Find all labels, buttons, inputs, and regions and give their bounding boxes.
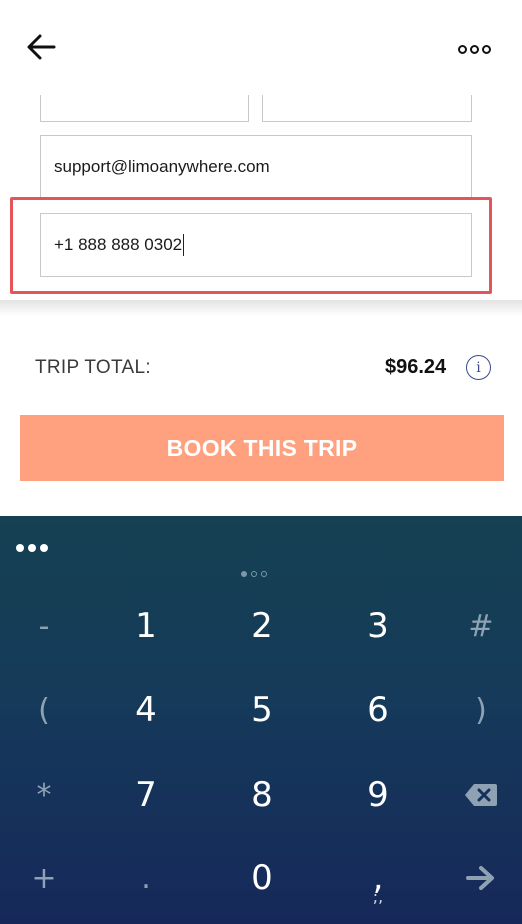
text-cursor bbox=[183, 234, 185, 256]
key-8-label: 8 bbox=[251, 775, 273, 815]
key-2[interactable]: 2 bbox=[232, 596, 292, 656]
key-0[interactable]: 0 bbox=[232, 848, 292, 908]
back-button[interactable] bbox=[22, 30, 60, 64]
key-9-label: 9 bbox=[367, 775, 389, 815]
key-star[interactable]: * bbox=[14, 765, 74, 825]
menu-dot bbox=[40, 544, 48, 552]
menu-dot bbox=[16, 544, 24, 552]
more-options-button[interactable] bbox=[452, 36, 496, 62]
email-field[interactable]: support@limoanywhere.com bbox=[40, 135, 472, 199]
phone-value: +1 888 888 0302 bbox=[54, 235, 183, 254]
info-glyph: i bbox=[476, 359, 481, 376]
menu-dot bbox=[28, 544, 36, 552]
trip-total-amount: $96.24 bbox=[385, 356, 447, 378]
key-left-paren-label: ( bbox=[38, 692, 50, 728]
key-3-label: 3 bbox=[367, 606, 389, 646]
key-5-label: 5 bbox=[251, 690, 273, 730]
page-dot bbox=[241, 571, 247, 577]
top-bar bbox=[0, 0, 522, 95]
key-7-label: 7 bbox=[135, 775, 157, 815]
key-dash-label: - bbox=[38, 608, 50, 644]
key-backspace[interactable] bbox=[451, 765, 511, 825]
key-2-label: 2 bbox=[251, 606, 273, 646]
trip-total-label: TRIP TOTAL: bbox=[35, 357, 151, 378]
email-value: support@limoanywhere.com bbox=[54, 157, 270, 176]
key-0-label: 0 bbox=[251, 858, 273, 898]
section-divider bbox=[0, 300, 522, 316]
key-1[interactable]: 1 bbox=[116, 596, 176, 656]
key-6-label: 6 bbox=[367, 690, 389, 730]
key-dot[interactable]: . bbox=[116, 848, 176, 908]
keyboard-page-indicator bbox=[241, 571, 267, 577]
more-horizontal-icon bbox=[457, 44, 467, 54]
key-plus[interactable]: + bbox=[14, 848, 74, 908]
book-trip-label: BOOK THIS TRIP bbox=[166, 434, 358, 461]
key-hash-label: # bbox=[468, 608, 494, 644]
book-trip-button[interactable]: BOOK THIS TRIP bbox=[20, 415, 504, 481]
phone-field[interactable]: +1 888 888 0302 bbox=[40, 213, 472, 277]
key-5[interactable]: 5 bbox=[232, 680, 292, 740]
key-star-label: * bbox=[36, 777, 52, 813]
key-dot-label: . bbox=[141, 860, 151, 896]
key-dash[interactable]: - bbox=[14, 596, 74, 656]
key-comma-sub: ;, bbox=[372, 887, 384, 906]
info-icon[interactable]: i bbox=[466, 355, 491, 380]
key-right-paren[interactable]: ) bbox=[451, 680, 511, 740]
more-dot bbox=[469, 44, 479, 54]
key-8[interactable]: 8 bbox=[232, 765, 292, 825]
key-left-paren[interactable]: ( bbox=[14, 680, 74, 740]
key-right-paren-label: ) bbox=[475, 692, 487, 728]
arrow-right-icon bbox=[466, 866, 494, 890]
page-dot bbox=[251, 571, 257, 577]
key-enter[interactable] bbox=[451, 848, 511, 908]
dots-menu-icon[interactable] bbox=[16, 540, 56, 556]
key-4-label: 4 bbox=[135, 690, 157, 730]
key-plus-label: + bbox=[31, 860, 57, 896]
key-1-label: 1 bbox=[135, 606, 157, 646]
key-4[interactable]: 4 bbox=[116, 680, 176, 740]
key-7[interactable]: 7 bbox=[116, 765, 176, 825]
key-hash[interactable]: # bbox=[451, 596, 511, 656]
key-9[interactable]: 9 bbox=[348, 765, 408, 825]
page-dot bbox=[261, 571, 267, 577]
arrow-left-icon bbox=[27, 34, 56, 60]
key-comma[interactable]: , ;, bbox=[348, 848, 408, 908]
key-3[interactable]: 3 bbox=[348, 596, 408, 656]
backspace-icon bbox=[465, 784, 497, 806]
more-dot bbox=[481, 44, 491, 54]
numeric-keyboard: - 1 2 3 # ( 4 5 6 ) * 7 8 9 + . 0 , ;, bbox=[0, 516, 522, 924]
key-6[interactable]: 6 bbox=[348, 680, 408, 740]
